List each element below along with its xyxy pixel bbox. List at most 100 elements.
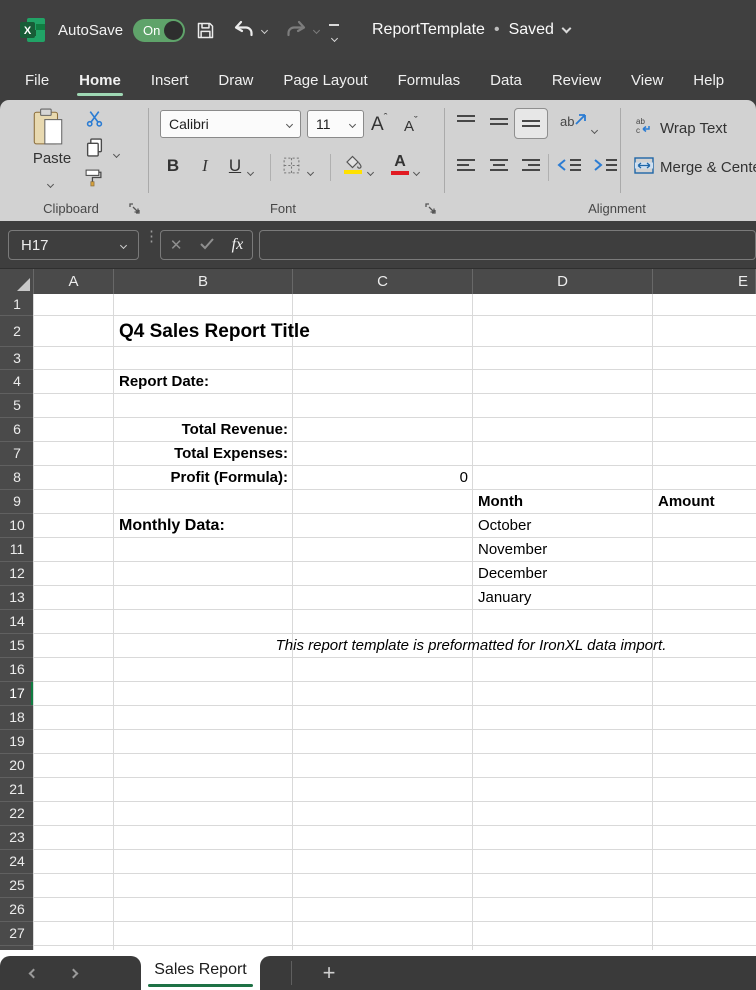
col-header-B[interactable]: B <box>114 269 293 294</box>
row-header-27[interactable]: 27 <box>0 922 34 946</box>
document-title-group[interactable]: ReportTemplate • Saved <box>372 0 570 60</box>
name-box-dropdown-icon[interactable] <box>120 241 127 248</box>
row-header-12[interactable]: 12 <box>0 562 34 586</box>
row-header-2[interactable]: 2 <box>0 316 34 347</box>
col-header-D[interactable]: D <box>473 269 653 294</box>
select-all-button[interactable] <box>0 269 34 294</box>
cell-D11[interactable]: November <box>473 538 653 562</box>
cell-D12[interactable]: December <box>473 562 653 586</box>
row-header-23[interactable]: 23 <box>0 826 34 850</box>
cell-C8[interactable]: 0 <box>293 466 473 490</box>
align-right-icon[interactable] <box>521 158 541 179</box>
italic-button[interactable]: I <box>194 152 216 180</box>
row-header-9[interactable]: 9 <box>0 490 34 514</box>
menu-tab-insert[interactable]: Insert <box>151 72 189 89</box>
row-header-22[interactable]: 22 <box>0 802 34 826</box>
menu-tab-draw[interactable]: Draw <box>218 72 253 89</box>
font-color-dropdown-icon[interactable] <box>413 169 420 176</box>
format-painter-icon[interactable] <box>84 168 103 192</box>
row-header-1[interactable]: 1 <box>0 294 34 316</box>
undo-dropdown-icon[interactable] <box>261 26 268 33</box>
insert-function-icon[interactable]: fx <box>232 236 244 254</box>
merge-center-button[interactable]: Merge & Center <box>634 157 756 178</box>
align-bottom-icon[interactable] <box>521 116 541 137</box>
add-sheet-button[interactable]: + <box>312 956 346 990</box>
menu-tab-help[interactable]: Help <box>693 72 724 89</box>
cell-B4[interactable]: Report Date: <box>114 370 293 394</box>
font-size-dropdown-icon[interactable] <box>349 120 356 127</box>
decrease-indent-icon[interactable] <box>556 158 582 179</box>
menu-tab-file[interactable]: File <box>25 72 49 89</box>
row-header-18[interactable]: 18 <box>0 706 34 730</box>
fill-color-dropdown-icon[interactable] <box>367 169 374 176</box>
cell-E9[interactable]: Amount <box>653 490 756 514</box>
row-header-10[interactable]: 10 <box>0 514 34 538</box>
row-header-6[interactable]: 6 <box>0 418 34 442</box>
save-icon[interactable] <box>195 0 216 60</box>
col-header-C[interactable]: C <box>293 269 473 294</box>
wrap-text-button[interactable]: ab c Wrap Text <box>634 116 727 140</box>
menu-tab-data[interactable]: Data <box>490 72 522 89</box>
undo-icon[interactable] <box>232 0 256 60</box>
row-header-26[interactable]: 26 <box>0 898 34 922</box>
align-center-icon[interactable] <box>489 158 509 179</box>
paste-button[interactable] <box>32 108 64 151</box>
row-header-21[interactable]: 21 <box>0 778 34 802</box>
spreadsheet-grid[interactable]: 1234567891011121314151617181920212223242… <box>0 294 756 950</box>
grow-font-icon[interactable]: Aˆ <box>371 112 387 136</box>
row-header-11[interactable]: 11 <box>0 538 34 562</box>
ribbon-display-options-icon[interactable] <box>328 24 340 46</box>
row-header-15[interactable]: 15 <box>0 634 34 658</box>
cell-B10[interactable]: Monthly Data: <box>114 514 293 538</box>
paste-label[interactable]: Paste <box>30 150 74 167</box>
font-name-dropdown-icon[interactable] <box>286 120 293 127</box>
row-header-13[interactable]: 13 <box>0 586 34 610</box>
cell-D9[interactable]: Month <box>473 490 653 514</box>
orientation-dropdown-icon[interactable] <box>591 127 598 134</box>
col-header-A[interactable]: A <box>34 269 114 294</box>
prev-sheet-icon[interactable] <box>29 969 39 979</box>
copy-dropdown-icon[interactable] <box>113 151 120 158</box>
row-header-3[interactable]: 3 <box>0 347 34 370</box>
clipboard-dialog-launcher-icon[interactable] <box>128 202 141 215</box>
cell-note-row15[interactable]: This report template is preformatted for… <box>186 634 756 658</box>
title-dropdown-icon[interactable] <box>561 23 571 33</box>
row-header-16[interactable]: 16 <box>0 658 34 682</box>
menu-tab-page-layout[interactable]: Page Layout <box>283 72 367 89</box>
row-header-24[interactable]: 24 <box>0 850 34 874</box>
row-header-7[interactable]: 7 <box>0 442 34 466</box>
row-header-20[interactable]: 20 <box>0 754 34 778</box>
fill-color-icon[interactable] <box>343 154 363 174</box>
cell-B2[interactable]: Q4 Sales Report Title <box>114 316 293 347</box>
row-header-5[interactable]: 5 <box>0 394 34 418</box>
menu-tab-view[interactable]: View <box>631 72 663 89</box>
row-header-8[interactable]: 8 <box>0 466 34 490</box>
align-middle-icon[interactable] <box>489 114 509 135</box>
cancel-icon[interactable]: ✕ <box>170 236 183 254</box>
row-header-19[interactable]: 19 <box>0 730 34 754</box>
paste-dropdown-icon[interactable] <box>47 181 54 188</box>
formula-input[interactable] <box>259 230 756 260</box>
borders-dropdown-icon[interactable] <box>307 169 314 176</box>
cell-B6[interactable]: Total Revenue: <box>114 418 293 442</box>
cell-D10[interactable]: October <box>473 514 653 538</box>
align-top-icon[interactable] <box>456 114 476 135</box>
cut-icon[interactable] <box>86 110 103 132</box>
font-size-combobox[interactable]: 11 <box>307 110 364 138</box>
underline-dropdown-icon[interactable] <box>247 169 254 176</box>
formula-bar-handle-icon[interactable]: ⋮ <box>144 233 159 241</box>
row-header-14[interactable]: 14 <box>0 610 34 634</box>
name-box[interactable]: H17 <box>8 230 139 260</box>
bold-button[interactable]: B <box>162 152 184 180</box>
autosave-toggle[interactable]: On <box>133 19 185 42</box>
enter-icon[interactable] <box>200 237 214 254</box>
col-header-E[interactable]: E <box>653 269 756 294</box>
row-header-17[interactable]: 17 <box>0 682 34 706</box>
row-header-4[interactable]: 4 <box>0 370 34 394</box>
shrink-font-icon[interactable]: Aˇ <box>404 115 418 135</box>
cell-D13[interactable]: January <box>473 586 653 610</box>
menu-tab-review[interactable]: Review <box>552 72 601 89</box>
font-dialog-launcher-icon[interactable] <box>424 202 437 215</box>
font-name-combobox[interactable]: Calibri <box>160 110 301 138</box>
align-left-icon[interactable] <box>456 158 476 179</box>
